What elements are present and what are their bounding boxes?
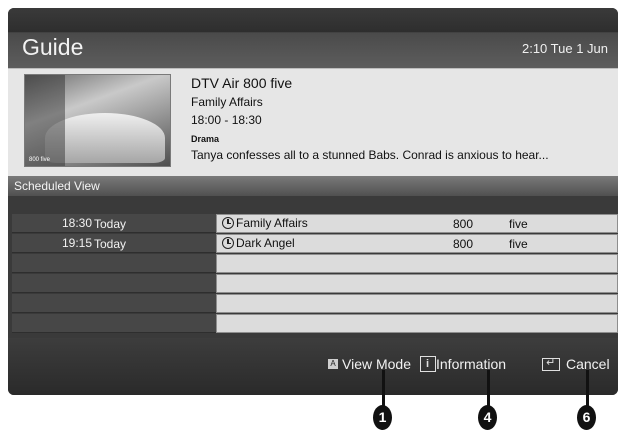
information-label: Information xyxy=(436,356,507,372)
schedule-row-empty[interactable] xyxy=(8,314,618,334)
schedule-row-empty[interactable] xyxy=(8,294,618,314)
schedule-channel-number: 800 xyxy=(453,237,474,251)
callout-marker: 4 xyxy=(478,405,497,430)
callout-line xyxy=(487,370,490,408)
reminder-clock-icon xyxy=(222,237,234,249)
schedule-row[interactable]: 18:30 Today Family Affairs 800 five xyxy=(8,214,618,234)
programme-info-panel: 800 five DTV Air 800 five Family Affairs… xyxy=(8,68,618,176)
schedule-channel-name: five xyxy=(509,217,528,231)
schedule-channel-name: five xyxy=(509,237,528,251)
programme-description: Tanya confesses all to a stunned Babs. C… xyxy=(191,148,549,162)
programme-time: 18:00 - 18:30 xyxy=(191,113,262,127)
schedule-time: 18:30 xyxy=(62,216,93,230)
info-key-icon: i xyxy=(420,356,436,372)
schedule-day: Today xyxy=(94,217,127,231)
callout-marker: 1 xyxy=(373,405,392,430)
schedule-channel-number: 800 xyxy=(453,217,474,231)
clock-display: 2:10 Tue 1 Jun xyxy=(521,41,608,56)
callout-line xyxy=(382,370,385,408)
schedule-row-empty[interactable] xyxy=(8,254,618,274)
title-bar: Guide 2:10 Tue 1 Jun xyxy=(8,8,618,68)
callout-marker: 6 xyxy=(577,405,596,430)
reminder-clock-icon xyxy=(222,217,234,229)
scheduled-view-header: Scheduled View xyxy=(8,176,618,196)
view-mode-button[interactable]: A View Mode xyxy=(328,356,411,372)
tv-guide-screen: Guide 2:10 Tue 1 Jun 800 five DTV Air 80… xyxy=(8,8,618,395)
scheduled-view-label: Scheduled View xyxy=(14,179,100,193)
information-button[interactable]: i Information xyxy=(420,356,506,372)
callout-line xyxy=(586,370,589,408)
channel-title: DTV Air 800 five xyxy=(191,75,293,91)
schedule-day: Today xyxy=(94,237,127,251)
programme-name: Family Affairs xyxy=(191,95,263,109)
return-icon: ↵ xyxy=(542,357,560,371)
schedule-programme: Dark Angel xyxy=(236,236,295,250)
view-mode-label: View Mode xyxy=(342,356,412,372)
schedule-time: 19:15 xyxy=(62,236,93,250)
scheduled-list: 18:30 Today Family Affairs 800 five 19:1… xyxy=(8,196,618,338)
programme-genre: Drama xyxy=(191,134,220,144)
footer-bar: A View Mode i Information ↵ Cancel xyxy=(8,338,618,395)
schedule-row-empty[interactable] xyxy=(8,274,618,294)
page-title: Guide xyxy=(22,34,84,60)
programme-thumbnail: 800 five xyxy=(24,74,171,167)
a-key-icon: A xyxy=(328,359,338,369)
schedule-row[interactable]: 19:15 Today Dark Angel 800 five xyxy=(8,234,618,254)
schedule-programme: Family Affairs xyxy=(236,216,308,230)
cancel-button[interactable]: ↵ Cancel xyxy=(542,356,610,372)
thumbnail-caption: 800 five xyxy=(29,157,51,163)
